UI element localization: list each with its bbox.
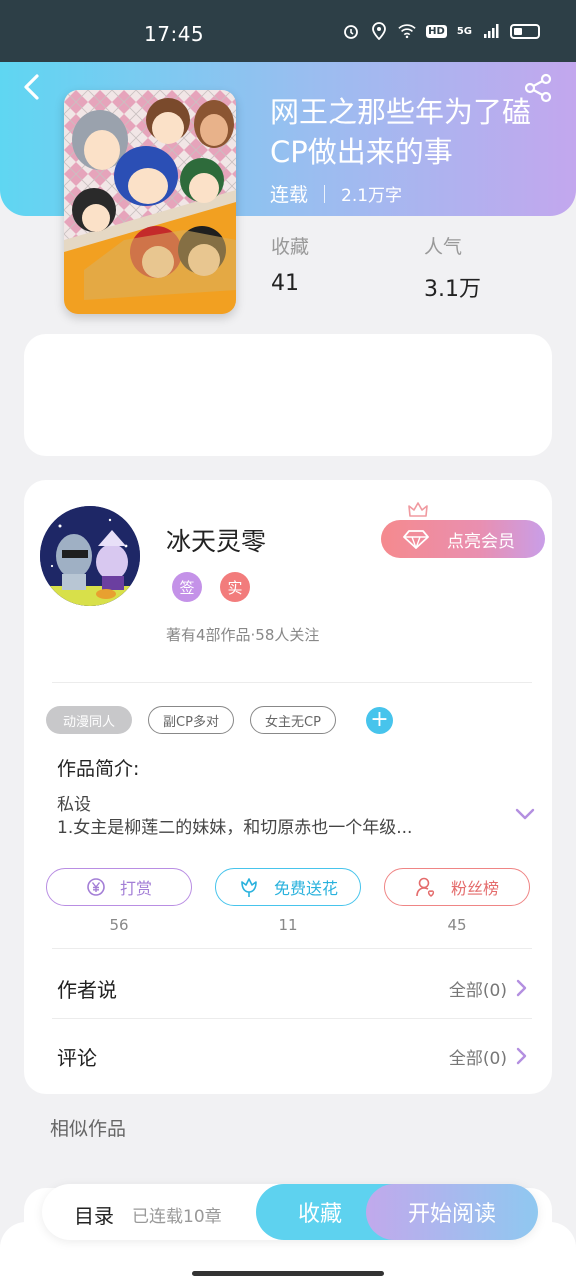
flower-count: 11	[278, 916, 298, 934]
fan-count: 45	[447, 916, 467, 934]
hd-badge: HD	[426, 24, 447, 38]
battery-icon	[510, 23, 540, 39]
author-says-row[interactable]: 作者说 全部(0)	[57, 958, 527, 1018]
send-flower-button[interactable]: 免费送花	[215, 868, 361, 906]
reward-count: 56	[109, 916, 129, 934]
author-name[interactable]: 冰天灵零	[166, 522, 266, 558]
stat-label: 人气	[424, 236, 463, 258]
book-status: 连载	[270, 184, 309, 206]
book-meta: 连载 2.1万字	[270, 180, 402, 207]
vip-button[interactable]: 点亮会员	[381, 520, 545, 558]
fan-icon	[415, 876, 437, 898]
home-indicator[interactable]	[192, 1271, 384, 1276]
author-info: 著有4部作品·58人关注	[166, 626, 320, 644]
back-arrow-icon	[24, 74, 39, 100]
back-button[interactable]	[20, 72, 50, 102]
book-title: 网王之那些年为了磕CP做出来的事	[270, 95, 532, 169]
tag-item[interactable]: 女主无CP	[250, 706, 336, 734]
divider	[52, 948, 532, 949]
reward-button[interactable]: 打赏	[46, 868, 192, 906]
chevron-right-icon	[516, 1047, 527, 1065]
divider	[52, 682, 532, 683]
banner-card	[24, 334, 552, 456]
stat-value: 3.1万	[424, 277, 481, 302]
crown-icon	[408, 502, 428, 517]
toc-button[interactable]: 目录	[74, 1200, 114, 1229]
yen-icon	[86, 877, 106, 897]
fan-ranking-button[interactable]: 粉丝榜	[384, 868, 530, 906]
chapter-count: 已连载10章	[132, 1207, 222, 1227]
reward-label: 打赏	[119, 879, 152, 898]
row-right: 全部(0)	[449, 976, 527, 1001]
status-bar: 17:45 HD 5G	[0, 0, 576, 62]
signal-icon	[482, 22, 500, 40]
comments-row[interactable]: 评论 全部(0)	[57, 1026, 527, 1086]
row-count: 全部(0)	[448, 980, 507, 1001]
intro-line: 1.女主是柳莲二的妹妹，和切原赤也一个年级...	[57, 818, 413, 838]
meta-separator	[324, 184, 326, 203]
row-title: 作者说	[57, 977, 117, 1002]
similar-works-title: 相似作品	[50, 1118, 127, 1140]
intro-line: 私设	[57, 795, 91, 815]
stat-value: 41	[271, 271, 299, 296]
send-flower-label: 免费送花	[273, 879, 338, 898]
intro-text[interactable]: 私设 1.女主是柳莲二的妹妹，和切原赤也一个年级...	[57, 794, 477, 840]
author-avatar[interactable]	[40, 506, 140, 606]
divider	[52, 1018, 532, 1019]
alarm-icon	[342, 22, 360, 40]
start-reading-label: 开始阅读	[407, 1202, 496, 1227]
status-time: 17:45	[144, 22, 205, 46]
chevron-right-icon	[516, 979, 527, 997]
verified-badge: 实	[220, 572, 250, 602]
stat-favorites: 收藏 41	[271, 232, 309, 296]
status-icons: HD 5G	[342, 22, 540, 40]
row-right: 全部(0)	[449, 1044, 527, 1069]
tag-item[interactable]: 副CP多对	[148, 706, 234, 734]
network-label: 5G	[456, 25, 472, 37]
fan-ranking-label: 粉丝榜	[450, 879, 499, 898]
stat-label: 收藏	[271, 236, 310, 258]
add-tag-button[interactable]: +	[366, 707, 393, 734]
book-detail-card: 冰天灵零 签 实 著有4部作品·58人关注 点亮会员 动漫同人 副CP多对 女主…	[24, 480, 552, 1094]
word-count: 2.1万字	[341, 186, 403, 206]
start-reading-button[interactable]: 开始阅读	[366, 1184, 538, 1240]
favorite-label: 收藏	[297, 1202, 342, 1227]
intro-label: 作品简介:	[57, 758, 140, 780]
chevron-down-icon[interactable]	[514, 806, 536, 822]
wifi-icon	[398, 22, 416, 40]
vip-button-label: 点亮会员	[447, 531, 515, 552]
row-count: 全部(0)	[448, 1048, 507, 1069]
diamond-icon	[403, 530, 429, 549]
row-title: 评论	[57, 1045, 97, 1070]
book-cover-image[interactable]	[64, 90, 236, 314]
signed-badge: 签	[172, 572, 202, 602]
tag-category[interactable]: 动漫同人	[46, 706, 132, 734]
stat-popularity: 人气 3.1万	[424, 232, 481, 303]
location-icon	[370, 22, 388, 40]
bottom-action-bar: 目录 已连载10章 收藏 开始阅读	[42, 1184, 538, 1240]
flower-icon	[238, 876, 260, 898]
